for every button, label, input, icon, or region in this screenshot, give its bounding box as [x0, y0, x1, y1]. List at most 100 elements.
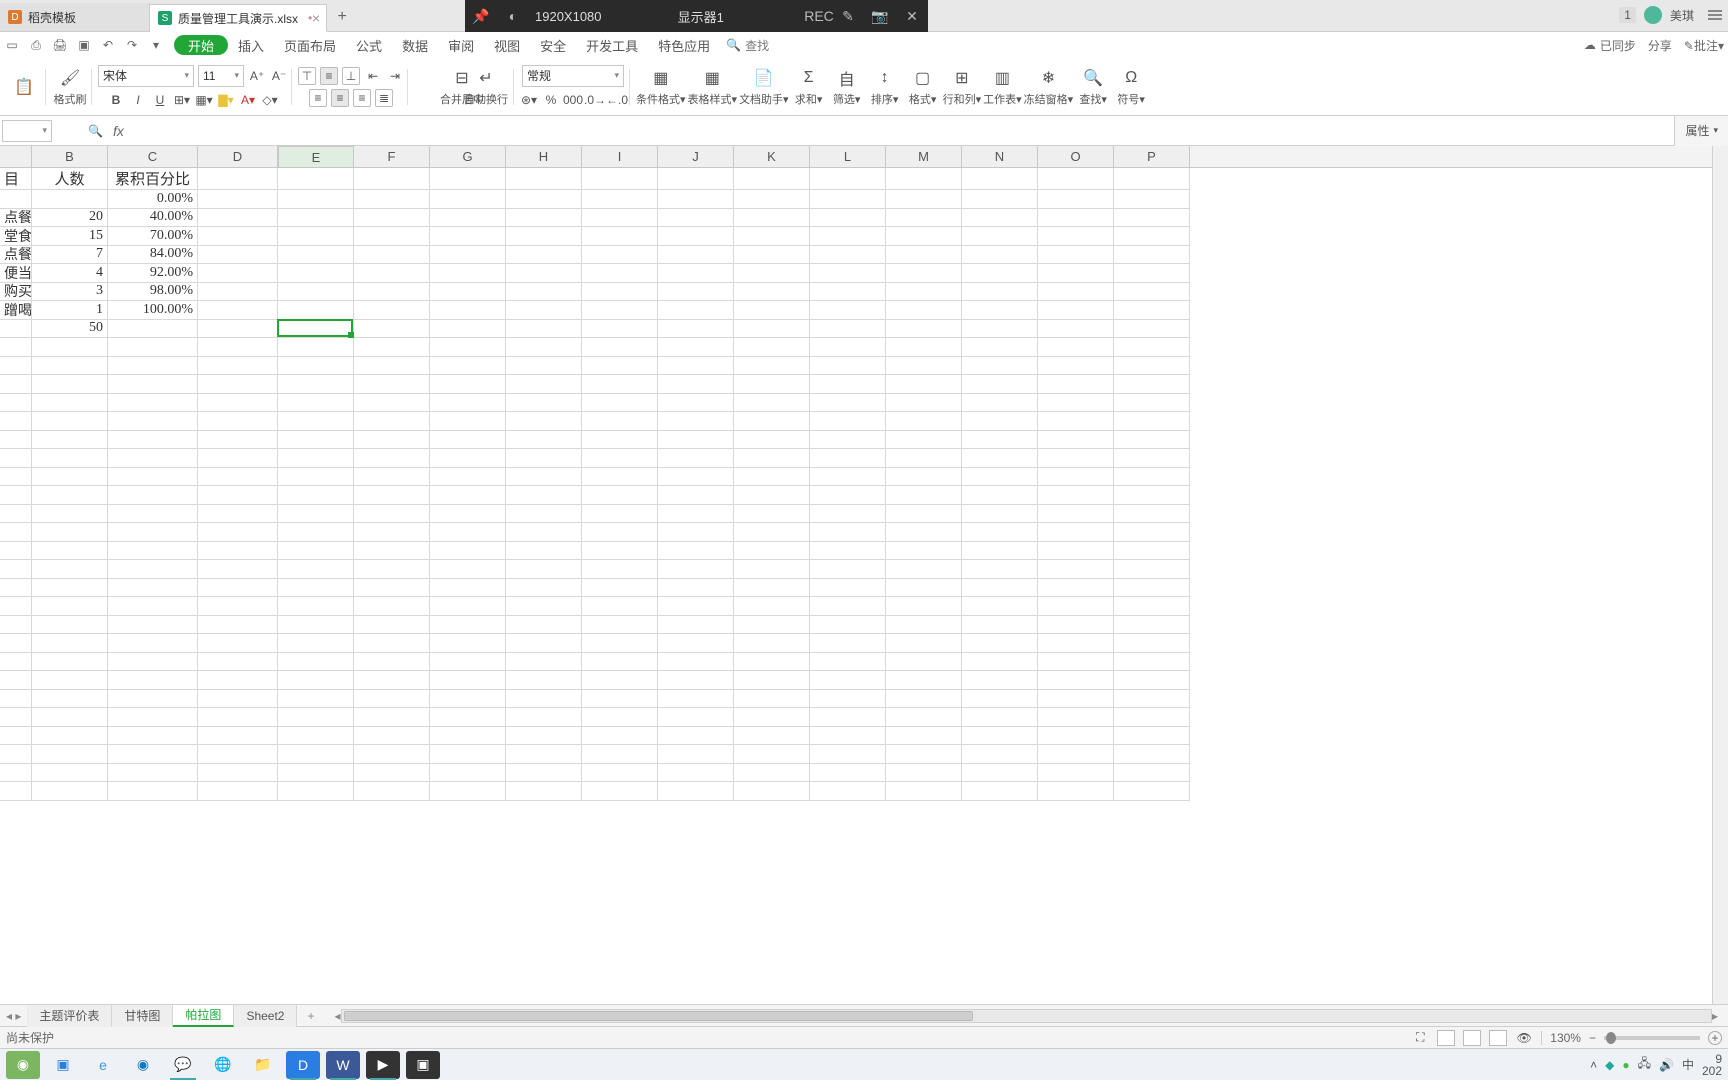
comma-button[interactable]: 000: [564, 91, 582, 109]
cell[interactable]: [582, 764, 658, 783]
grid[interactable]: BCDEFGHIJKLMNOP 目人数累积百分比0.00%点餐2040.00%堂…: [0, 146, 1712, 1004]
cell[interactable]: [354, 375, 430, 394]
col-header-K[interactable]: K: [734, 146, 810, 167]
tab-current-workbook[interactable]: S 质量管理工具演示.xlsx • ×: [150, 4, 327, 32]
cell[interactable]: [1038, 653, 1114, 672]
cell[interactable]: [278, 449, 354, 468]
zoom-out-button[interactable]: −: [1589, 1031, 1596, 1045]
cell[interactable]: [962, 449, 1038, 468]
cell[interactable]: [430, 745, 506, 764]
ribbon-符号[interactable]: Ω符号▾: [1113, 67, 1149, 107]
cell[interactable]: [962, 671, 1038, 690]
cell[interactable]: [506, 209, 582, 228]
clear-format-button[interactable]: ◇▾: [261, 91, 279, 109]
cell[interactable]: [810, 560, 886, 579]
align-middle-button[interactable]: ≡: [320, 67, 338, 85]
cell[interactable]: [1114, 412, 1190, 431]
cell[interactable]: [198, 168, 278, 190]
cell[interactable]: [1114, 671, 1190, 690]
border-button[interactable]: ⊞▾: [173, 91, 191, 109]
cell[interactable]: [0, 357, 32, 376]
cell[interactable]: [32, 690, 108, 709]
cell[interactable]: [582, 209, 658, 228]
cell[interactable]: [0, 708, 32, 727]
cell[interactable]: [658, 449, 734, 468]
cell[interactable]: [1114, 468, 1190, 487]
cell[interactable]: [0, 727, 32, 746]
cell[interactable]: [430, 168, 506, 190]
cell[interactable]: [430, 449, 506, 468]
cell[interactable]: [810, 745, 886, 764]
cell[interactable]: [582, 597, 658, 616]
cell[interactable]: [886, 782, 962, 801]
cell[interactable]: [430, 671, 506, 690]
cell[interactable]: [278, 375, 354, 394]
cell[interactable]: [430, 394, 506, 413]
cell[interactable]: [430, 357, 506, 376]
cell[interactable]: [962, 653, 1038, 672]
cell[interactable]: [582, 190, 658, 209]
cell[interactable]: [810, 523, 886, 542]
cell[interactable]: [430, 782, 506, 801]
cell[interactable]: [1038, 301, 1114, 320]
cell[interactable]: [354, 394, 430, 413]
cell[interactable]: [810, 486, 886, 505]
cell[interactable]: [0, 745, 32, 764]
cell[interactable]: [354, 579, 430, 598]
cell[interactable]: [198, 468, 278, 487]
cell[interactable]: [734, 338, 810, 357]
cell[interactable]: [354, 542, 430, 561]
pencil-icon[interactable]: ✎: [832, 0, 864, 32]
fx-icon[interactable]: fx: [113, 123, 124, 139]
cell[interactable]: [1038, 486, 1114, 505]
tab-close-icon[interactable]: ×: [312, 10, 320, 26]
cell[interactable]: [810, 301, 886, 320]
cell[interactable]: [108, 782, 198, 801]
cell[interactable]: [108, 338, 198, 357]
cell[interactable]: [658, 468, 734, 487]
cell[interactable]: [658, 338, 734, 357]
cell[interactable]: [582, 394, 658, 413]
cell[interactable]: [430, 616, 506, 635]
ribbon-求和[interactable]: Σ求和▾: [791, 67, 827, 107]
find-button[interactable]: 🔍查找: [726, 37, 769, 54]
cell[interactable]: [278, 338, 354, 357]
cell[interactable]: [108, 653, 198, 672]
cell[interactable]: [810, 671, 886, 690]
cell[interactable]: [354, 523, 430, 542]
cell[interactable]: [354, 690, 430, 709]
cell[interactable]: [278, 412, 354, 431]
cell[interactable]: [0, 338, 32, 357]
cell[interactable]: [962, 283, 1038, 302]
col-header-C[interactable]: C: [108, 146, 198, 167]
cell[interactable]: [582, 338, 658, 357]
cell[interactable]: [354, 168, 430, 190]
cell[interactable]: [354, 727, 430, 746]
cell[interactable]: [1038, 338, 1114, 357]
cell[interactable]: [354, 283, 430, 302]
cell[interactable]: [354, 246, 430, 265]
cell[interactable]: 20: [32, 209, 108, 228]
cell[interactable]: [1038, 616, 1114, 635]
cell[interactable]: [1114, 449, 1190, 468]
view-layout-button[interactable]: [1489, 1030, 1507, 1046]
cell[interactable]: [32, 671, 108, 690]
cell[interactable]: [962, 542, 1038, 561]
tray-icon-1[interactable]: ◆: [1605, 1058, 1614, 1072]
cell[interactable]: [658, 634, 734, 653]
cell[interactable]: [886, 708, 962, 727]
cell[interactable]: [1038, 264, 1114, 283]
cell[interactable]: [810, 579, 886, 598]
cell[interactable]: [354, 505, 430, 524]
cell[interactable]: [886, 246, 962, 265]
cell[interactable]: [108, 394, 198, 413]
cell[interactable]: [430, 708, 506, 727]
cell[interactable]: [962, 431, 1038, 450]
cell[interactable]: [734, 745, 810, 764]
cell[interactable]: [198, 616, 278, 635]
cell[interactable]: [658, 653, 734, 672]
cell[interactable]: [886, 468, 962, 487]
cell[interactable]: 98.00%: [108, 283, 198, 302]
cell[interactable]: [1114, 283, 1190, 302]
cell[interactable]: [278, 168, 354, 190]
